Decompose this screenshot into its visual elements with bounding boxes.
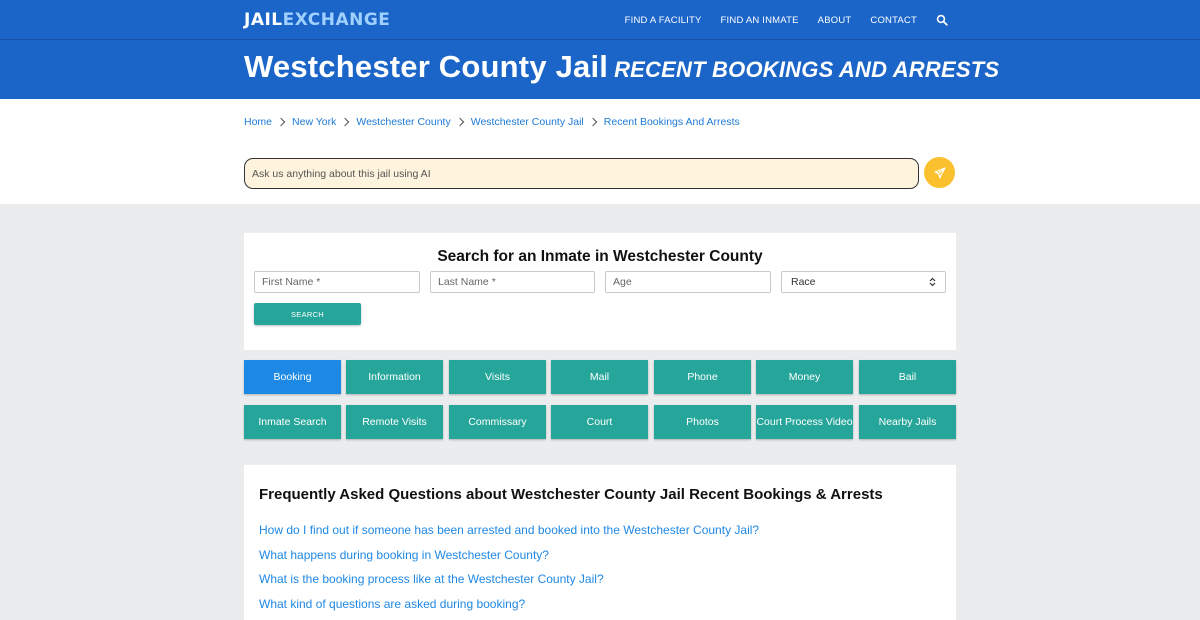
logo-text-jail: JAIL xyxy=(244,10,283,30)
page-title: Westchester County Jail RECENT BOOKINGS A… xyxy=(244,48,999,85)
ai-send-button[interactable] xyxy=(924,157,955,188)
tile-mail[interactable]: Mail xyxy=(551,360,648,394)
faq-card: Frequently Asked Questions about Westche… xyxy=(244,465,956,620)
select-arrows-icon xyxy=(929,277,936,287)
nav-about[interactable]: ABOUT xyxy=(818,15,852,26)
inmate-search-card: Search for an Inmate in Westchester Coun… xyxy=(244,233,956,350)
tile-inmate-search[interactable]: Inmate Search xyxy=(244,405,341,439)
nav-find-a-facility[interactable]: FIND A FACILITY xyxy=(625,15,702,26)
faq-question-link[interactable]: How do I find out if someone has been ar… xyxy=(259,523,759,537)
breadcrumb-westchester-county-jail[interactable]: Westchester County Jail xyxy=(471,116,584,128)
page-hero: Westchester County Jail RECENT BOOKINGS A… xyxy=(0,40,1200,99)
tile-court-process-video[interactable]: Court Process Video xyxy=(756,405,853,439)
main-nav: FIND A FACILITY FIND AN INMATE ABOUT CON… xyxy=(625,0,948,40)
tile-visits[interactable]: Visits xyxy=(449,360,546,394)
tile-information[interactable]: Information xyxy=(346,360,443,394)
chevron-right-icon xyxy=(588,117,598,127)
tile-photos[interactable]: Photos xyxy=(654,405,751,439)
breadcrumb-strip: Home New York Westchester County Westche… xyxy=(0,99,1200,204)
tile-bail[interactable]: Bail xyxy=(859,360,956,394)
breadcrumb-new-york[interactable]: New York xyxy=(292,116,336,128)
breadcrumb-westchester-county[interactable]: Westchester County xyxy=(356,116,450,128)
chevron-right-icon xyxy=(341,117,350,127)
tile-phone[interactable]: Phone xyxy=(654,360,751,394)
page-title-main: Westchester County Jail xyxy=(244,49,609,84)
age-field[interactable] xyxy=(605,271,771,293)
breadcrumb-home[interactable]: Home xyxy=(244,116,272,128)
faq-question-link[interactable]: What kind of questions are asked during … xyxy=(259,597,525,611)
tile-commissary[interactable]: Commissary xyxy=(449,405,546,439)
chevron-right-icon xyxy=(455,117,464,127)
breadcrumb-recent-bookings[interactable]: Recent Bookings And Arrests xyxy=(604,116,740,128)
nav-contact[interactable]: CONTACT xyxy=(870,15,917,26)
breadcrumb: Home New York Westchester County Westche… xyxy=(244,116,740,128)
race-select[interactable]: Race xyxy=(781,271,946,293)
search-icon[interactable] xyxy=(936,14,948,26)
ai-question-input[interactable] xyxy=(244,158,919,189)
tile-booking[interactable]: Booking xyxy=(244,360,341,394)
page-title-subtitle: RECENT BOOKINGS AND ARRESTS xyxy=(614,57,1000,82)
logo-text-exchange: EXCHANGE xyxy=(282,10,391,30)
chevron-right-icon xyxy=(276,117,286,127)
paper-plane-icon xyxy=(933,166,946,178)
faq-question-link[interactable]: What happens during booking in Westchest… xyxy=(259,548,549,562)
nav-find-an-inmate[interactable]: FIND AN INMATE xyxy=(721,15,799,26)
tile-money[interactable]: Money xyxy=(756,360,853,394)
faq-question-link[interactable]: What is the booking process like at the … xyxy=(259,572,604,586)
site-logo[interactable]: JAILEXCHANGE xyxy=(244,10,390,30)
last-name-field[interactable] xyxy=(430,271,595,293)
tile-court[interactable]: Court xyxy=(551,405,648,439)
tile-nearby-jails[interactable]: Nearby Jails xyxy=(859,405,956,439)
inmate-search-button[interactable]: SEARCH xyxy=(254,303,361,325)
top-navbar: JAILEXCHANGE FIND A FACILITY FIND AN INM… xyxy=(0,0,1200,40)
race-select-value: Race xyxy=(791,276,816,288)
first-name-field[interactable] xyxy=(254,271,420,293)
tile-remote-visits[interactable]: Remote Visits xyxy=(346,405,443,439)
faq-title: Frequently Asked Questions about Westche… xyxy=(259,486,883,503)
inmate-search-title: Search for an Inmate in Westchester Coun… xyxy=(437,248,763,265)
